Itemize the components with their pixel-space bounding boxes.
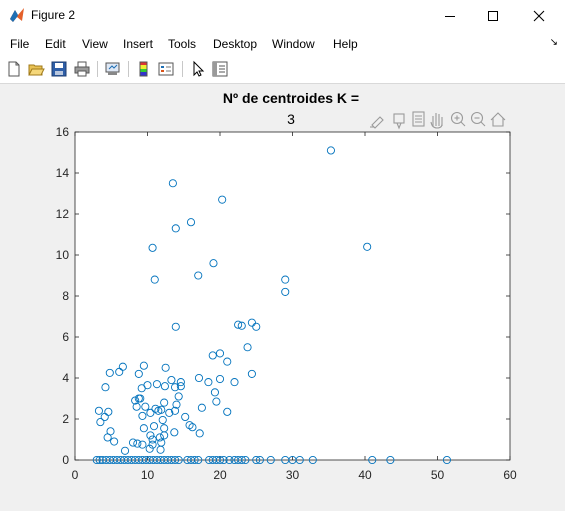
- y-tick-label: 8: [62, 289, 69, 303]
- window-title: Figure 2: [31, 8, 76, 22]
- maximize-icon: [488, 11, 498, 21]
- matlab-icon: [10, 8, 24, 22]
- window-title-bar: Figure 2: [0, 0, 565, 32]
- toolbar-separator: [182, 61, 183, 77]
- menu-view[interactable]: View: [82, 37, 108, 51]
- menu-window[interactable]: Window: [272, 37, 315, 51]
- figure-toolbar: [0, 56, 565, 84]
- y-tick-label: 12: [56, 207, 70, 221]
- toolbar-separator: [128, 61, 129, 77]
- restore-view-icon[interactable]: [412, 111, 425, 127]
- x-tick-label: 40: [358, 468, 372, 482]
- print-icon[interactable]: [73, 60, 91, 78]
- menu-file[interactable]: File: [10, 37, 29, 51]
- x-tick-label: 30: [286, 468, 300, 482]
- y-tick-label: 16: [56, 125, 70, 139]
- toolbar-separator: [97, 61, 98, 77]
- new-figure-icon[interactable]: [5, 60, 23, 78]
- data-tips-icon[interactable]: [393, 113, 405, 130]
- insert-legend-icon[interactable]: [157, 60, 175, 78]
- menu-insert[interactable]: Insert: [123, 37, 153, 51]
- y-tick-label: 0: [62, 453, 69, 467]
- menu-help[interactable]: Help: [333, 37, 358, 51]
- menu-desktop[interactable]: Desktop: [213, 37, 257, 51]
- minimize-icon: [445, 16, 455, 17]
- menu-edit[interactable]: Edit: [45, 37, 66, 51]
- zoom-in-icon[interactable]: [450, 111, 466, 127]
- chart-title-value: 3: [287, 111, 295, 127]
- zoom-out-icon[interactable]: [470, 111, 486, 127]
- y-tick-label: 6: [62, 330, 69, 344]
- x-tick-label: 20: [213, 468, 227, 482]
- insert-colorbar-icon[interactable]: [135, 60, 153, 78]
- save-icon[interactable]: [50, 60, 68, 78]
- menu-tools[interactable]: Tools: [168, 37, 196, 51]
- property-inspector-icon[interactable]: [211, 60, 229, 78]
- link-plot-icon[interactable]: [104, 60, 122, 78]
- close-icon: [533, 10, 545, 22]
- open-file-icon[interactable]: [27, 60, 45, 78]
- x-tick-label: 50: [431, 468, 445, 482]
- pan-icon[interactable]: [430, 113, 443, 129]
- y-tick-label: 14: [56, 166, 70, 180]
- y-tick-label: 4: [62, 371, 69, 385]
- axes-toolbar: [370, 111, 506, 130]
- scatter-plot: Nº de centroides K = 3 0 10 20 30 40 50 60 0 2 4 6…: [56, 90, 517, 482]
- x-tick-label: 0: [72, 468, 79, 482]
- plot-area: [75, 132, 510, 460]
- menu-bar: File Edit View Insert Tools Desktop Wind…: [0, 32, 565, 56]
- figure-canvas[interactable]: Nº de centroides K = 3 0 10 20 30 40 50 60 0 2 4 6…: [0, 84, 565, 506]
- x-tick-label: 10: [141, 468, 155, 482]
- minimize-button[interactable]: [427, 0, 473, 32]
- edit-plot-icon[interactable]: [189, 60, 207, 78]
- close-button[interactable]: [516, 0, 562, 32]
- brush-icon[interactable]: [370, 116, 384, 129]
- y-tick-label: 2: [62, 412, 69, 426]
- maximize-button[interactable]: [470, 0, 516, 32]
- chart-title: Nº de centroides K =: [223, 90, 359, 106]
- y-tick-label: 10: [56, 248, 70, 262]
- home-icon[interactable]: [490, 112, 506, 127]
- x-tick-label: 60: [503, 468, 517, 482]
- dock-arrow-icon[interactable]: ↘: [550, 37, 558, 48]
